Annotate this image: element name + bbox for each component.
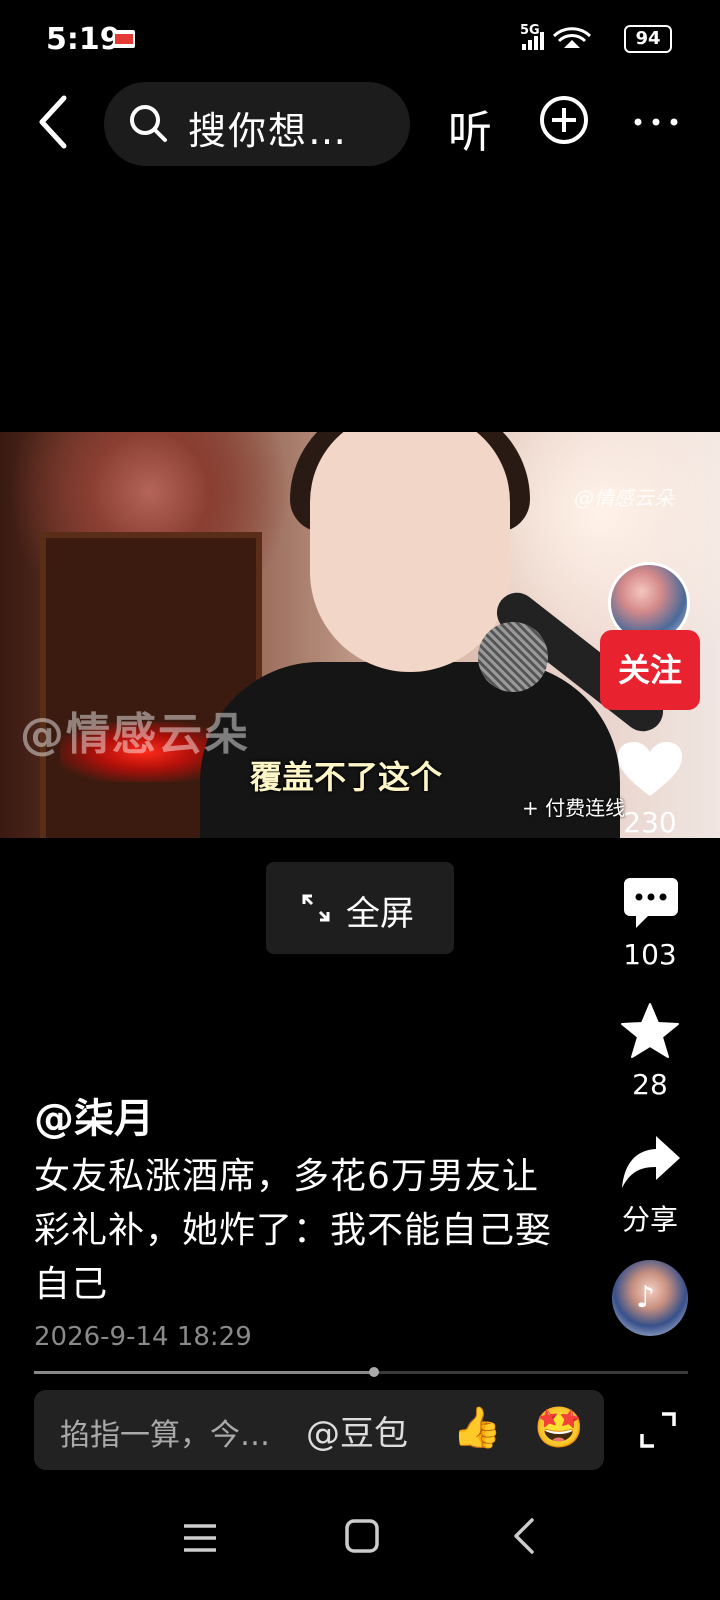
share-arrow-icon [622,1136,680,1188]
progress-fill [34,1371,375,1374]
listen-button[interactable]: 听 [448,96,492,160]
app-notification-icon [113,30,135,48]
like-count: 230 [623,806,677,839]
heart-icon [618,742,682,796]
chevron-left-icon [39,95,67,149]
progress-handle[interactable] [369,1367,380,1377]
video-watermark: @情感云朵 [20,709,250,760]
post-date: 2026-9-14 18:29 [34,1322,252,1352]
search-placeholder: 搜你想… [188,109,349,153]
status-time: 5:19 [46,22,121,57]
nav-recents-button[interactable] [180,1520,220,1556]
comment-button[interactable] [622,876,680,930]
video-subtitle: 覆盖不了这个 [250,758,443,796]
share-button[interactable] [620,1134,682,1190]
video-watermark-signature: @情感云朵 [574,486,674,510]
plus-circle-icon [540,96,588,144]
nav-back-button[interactable] [508,1516,538,1556]
more-dots-icon [634,118,678,126]
star-icon [621,1003,679,1058]
post-title: 女友私涨酒席，多花6万男友让彩礼补，她炸了：我不能自己娶自己 [34,1156,553,1305]
chevron-left-icon [514,1518,534,1554]
like-button[interactable] [616,740,684,800]
thumbs-up-emoji-button[interactable]: 👍 [452,1404,502,1451]
signal-icon: 5G [520,22,610,58]
search-icon [128,103,168,143]
star-eyes-emoji-button[interactable]: 🤩 [534,1404,584,1451]
comment-placeholder: 掐指一算，今… [60,1418,270,1453]
favorite-count: 28 [632,1068,668,1101]
menu-icon [184,1524,216,1552]
music-note-icon: ♪ [636,1280,656,1315]
doubao-mention-button[interactable]: @豆包 [306,1406,408,1455]
square-home-icon [345,1519,379,1553]
follow-button[interactable]: 关注 [600,630,700,710]
add-button[interactable] [538,94,590,146]
back-button[interactable] [30,92,82,152]
expand-comments-button[interactable] [640,1412,676,1448]
expand-icon [640,1412,676,1448]
favorite-button[interactable] [620,1002,680,1060]
status-bar: 5:19 5G 94 [0,0,720,80]
battery-indicator: 94 [624,25,672,53]
author-name[interactable]: @柒月 [34,1086,154,1144]
nav-home-button[interactable] [344,1518,380,1554]
video-person-face [310,432,510,672]
expand-arrows-icon [300,892,332,924]
comment-bubble-icon [624,878,678,928]
svg-text:5G: 5G [520,23,540,38]
share-label: 分享 [621,1203,678,1236]
fullscreen-label: 全屏 [346,894,414,934]
more-button[interactable] [632,108,680,136]
video-microphone-head [478,622,548,692]
comment-count: 103 [623,938,677,971]
